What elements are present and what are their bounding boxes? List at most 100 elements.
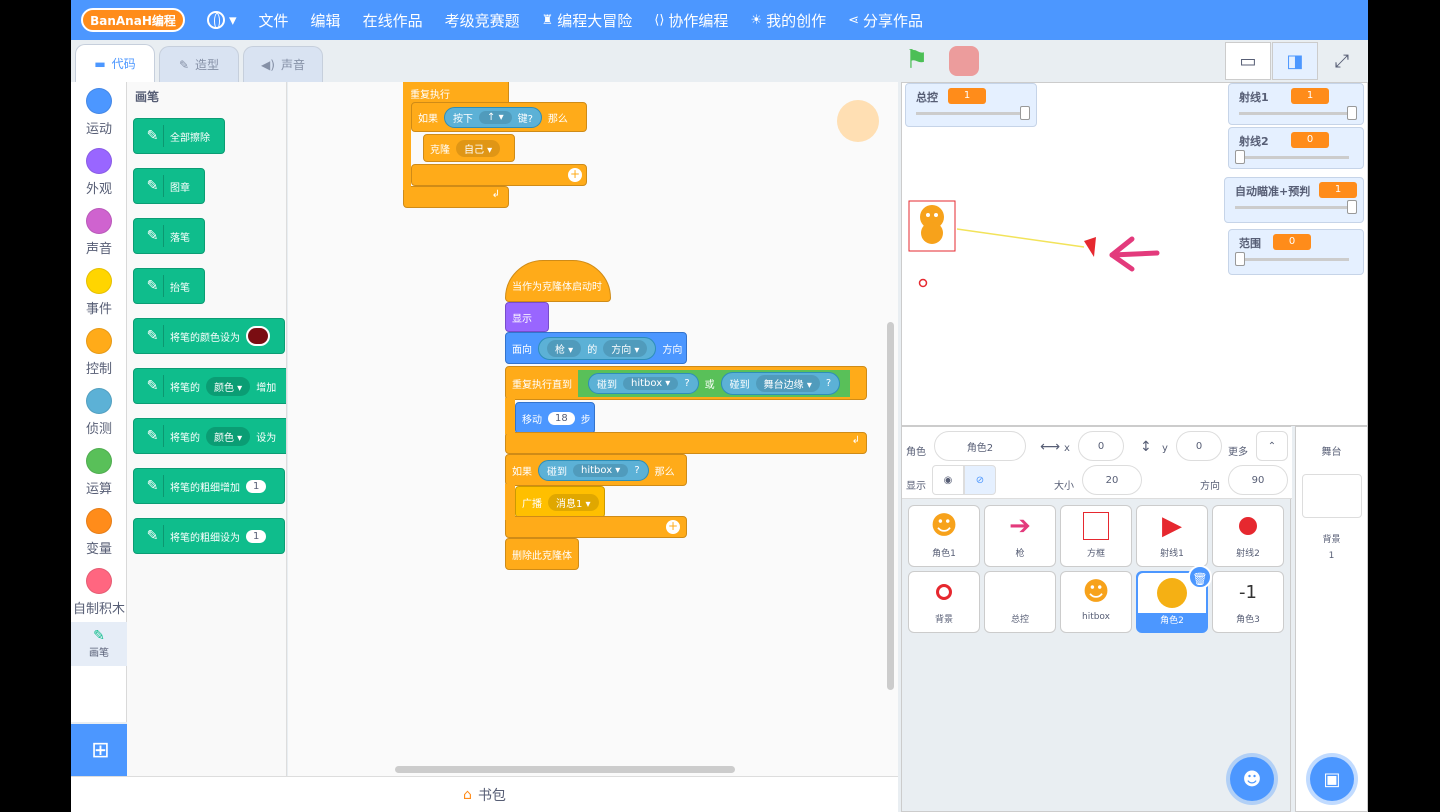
- add-sprite-button[interactable]: ☻: [1230, 757, 1274, 801]
- block-broadcast[interactable]: 广播 消息1 ▾: [515, 486, 605, 518]
- color-swatch[interactable]: [246, 326, 270, 346]
- green-flag-icon: ⚑: [905, 45, 929, 75]
- category-motion[interactable]: 运动: [71, 88, 127, 137]
- category-looks[interactable]: 外观: [71, 148, 127, 197]
- pen-icon: ✎: [142, 325, 164, 347]
- collapse-button[interactable]: ⌃: [1256, 431, 1288, 461]
- block-change-pen-size[interactable]: ✎ 将笔的粗细增加 1: [133, 468, 285, 504]
- menu-share[interactable]: ⋖ 分享作品: [848, 10, 923, 31]
- add-extension-button[interactable]: ⊞: [71, 724, 130, 776]
- stage-selector[interactable]: 舞台 背景 1 ▣: [1295, 426, 1368, 812]
- sprite-thumb[interactable]: 总控: [984, 571, 1056, 633]
- menu-collab[interactable]: ⟨⟩ 协作编程: [654, 10, 728, 31]
- stop-button[interactable]: [949, 46, 979, 76]
- logo[interactable]: BanAnaH编程: [81, 8, 185, 32]
- y-input[interactable]: 0: [1176, 431, 1222, 461]
- sprite-thumb[interactable]: 射线2: [1212, 505, 1284, 567]
- block-set-pen-param[interactable]: ✎ 将笔的 颜色 ▾ 设为: [133, 418, 286, 454]
- delete-sprite-button[interactable]: 🗑: [1188, 565, 1212, 589]
- menu-adventure[interactable]: ♜ 编程大冒险: [542, 10, 633, 31]
- category-events[interactable]: 事件: [71, 268, 127, 317]
- normal-stage-button[interactable]: ◨: [1272, 42, 1318, 80]
- category-my-blocks[interactable]: 自制积木: [71, 568, 127, 617]
- category-sound[interactable]: 声音: [71, 208, 127, 257]
- object-dropdown[interactable]: 枪 ▾: [547, 339, 582, 357]
- touching-reporter[interactable]: 碰到 舞台边缘 ▾?: [720, 371, 841, 395]
- block-set-pen-size[interactable]: ✎ 将笔的粗细设为 1: [133, 518, 285, 554]
- or-operator[interactable]: 碰到 hitbox ▾? 或 碰到 舞台边缘 ▾?: [578, 369, 851, 397]
- param-dropdown[interactable]: 颜色 ▾: [206, 426, 251, 446]
- stage[interactable]: 总控 1 射线1 1 射线2 0 自动瞄准+预判 1 范围 0: [901, 82, 1368, 426]
- sprite-name-input[interactable]: 角色2: [934, 431, 1026, 461]
- number-input[interactable]: 1: [246, 479, 267, 493]
- block-delete-clone[interactable]: 删除此克隆体: [505, 538, 579, 570]
- steps-input[interactable]: 18: [548, 411, 575, 425]
- workspace-hscrollbar[interactable]: [395, 766, 735, 773]
- block-stamp[interactable]: ✎ 图章: [133, 168, 205, 204]
- add-else-icon[interactable]: +: [568, 168, 582, 182]
- show-visible-button[interactable]: ◉: [932, 465, 964, 495]
- touching-reporter[interactable]: 碰到 hitbox ▾?: [588, 372, 699, 394]
- category-pen[interactable]: ✎ 画笔: [71, 622, 127, 666]
- block-pen-down[interactable]: ✎ 落笔: [133, 218, 205, 254]
- block-repeat-until[interactable]: 重复执行直到 碰到 hitbox ▾? 或 碰到 舞台边缘 ▾?: [505, 366, 867, 400]
- block-set-pen-color[interactable]: ✎ 将笔的颜色设为: [133, 318, 285, 354]
- category-control[interactable]: 控制: [71, 328, 127, 377]
- fullscreen-button[interactable]: ⤢: [1319, 42, 1365, 80]
- direction-input[interactable]: 90: [1228, 465, 1288, 495]
- touch-target-dropdown[interactable]: 舞台边缘 ▾: [755, 374, 820, 392]
- attribute-dropdown[interactable]: 方向 ▾: [603, 339, 648, 357]
- add-backdrop-button[interactable]: ▣: [1310, 757, 1354, 801]
- block-move-steps[interactable]: 移动 18 步: [515, 402, 595, 434]
- backpack-bar[interactable]: ⌂ 书包: [71, 776, 898, 812]
- add-else-icon[interactable]: +: [666, 520, 680, 534]
- block-point-towards[interactable]: 面向 枪 ▾ 的方向 ▾ 方向: [505, 332, 687, 364]
- green-flag-button[interactable]: ⚑: [905, 46, 935, 74]
- sprite-thumb-selected[interactable]: 角色2 🗑: [1136, 565, 1212, 633]
- block-if-touching[interactable]: 如果 碰到 hitbox ▾? 那么: [505, 454, 687, 486]
- number-input[interactable]: 1: [246, 529, 267, 543]
- menu-edit[interactable]: 编辑: [311, 10, 341, 31]
- touching-reporter[interactable]: 碰到 hitbox ▾?: [538, 459, 649, 481]
- language-menu[interactable]: ▾: [207, 11, 237, 29]
- hide-button[interactable]: ⊘: [964, 465, 996, 495]
- size-input[interactable]: 20: [1082, 465, 1142, 495]
- sprite-thumb[interactable]: ➔ 枪: [984, 505, 1056, 567]
- touch-target-dropdown[interactable]: hitbox ▾: [623, 376, 679, 390]
- of-reporter[interactable]: 枪 ▾ 的方向 ▾: [538, 336, 657, 360]
- block-show[interactable]: 显示: [505, 302, 549, 332]
- tab-costumes[interactable]: ✎ 造型: [159, 46, 239, 82]
- sprite-thumb[interactable]: 方框: [1060, 505, 1132, 567]
- category-operators[interactable]: 运算: [71, 448, 127, 497]
- block-if[interactable]: 如果 按下 ↑ ▾ 键? 那么: [411, 102, 587, 132]
- menu-my-creations[interactable]: ☀ 我的创作: [750, 10, 826, 31]
- sprite-thumb[interactable]: ☻ 角色1: [908, 505, 980, 567]
- sprite-thumb[interactable]: ☻ hitbox: [1060, 571, 1132, 633]
- sprite-thumb[interactable]: ▶ 射线1: [1136, 505, 1208, 567]
- key-pressed-reporter[interactable]: 按下 ↑ ▾ 键?: [444, 106, 542, 128]
- sprite-thumb[interactable]: -1 角色3: [1212, 571, 1284, 633]
- param-dropdown[interactable]: 颜色 ▾: [206, 376, 251, 396]
- block-repeat-bottom: ↲: [505, 432, 867, 454]
- block-clear[interactable]: ✎ 全部擦除: [133, 118, 225, 154]
- touch-target-dropdown[interactable]: hitbox ▾: [573, 463, 629, 477]
- tab-code[interactable]: ▬ 代码: [75, 44, 155, 82]
- menu-file[interactable]: 文件: [259, 10, 289, 31]
- category-sensing[interactable]: 侦测: [71, 388, 127, 437]
- block-create-clone[interactable]: 克隆 自己 ▾: [423, 134, 515, 162]
- sprite-thumb[interactable]: 背景: [908, 571, 980, 633]
- block-label: 将笔的粗细设为: [170, 532, 240, 544]
- key-dropdown[interactable]: ↑ ▾: [479, 110, 512, 124]
- block-when-start-as-clone[interactable]: 当作为克隆体启动时: [505, 260, 611, 302]
- clone-target-dropdown[interactable]: 自己 ▾: [456, 139, 501, 157]
- menu-online-works[interactable]: 在线作品: [363, 10, 423, 31]
- small-stage-button[interactable]: ▭: [1225, 42, 1271, 80]
- block-change-pen-param[interactable]: ✎ 将笔的 颜色 ▾ 增加: [133, 368, 286, 404]
- message-dropdown[interactable]: 消息1 ▾: [548, 493, 599, 511]
- tab-sounds[interactable]: ◀) 声音: [243, 46, 323, 82]
- block-pen-up[interactable]: ✎ 抬笔: [133, 268, 205, 304]
- menu-exam[interactable]: 考级竞赛题: [445, 10, 520, 31]
- category-variables[interactable]: 变量: [71, 508, 127, 557]
- x-input[interactable]: 0: [1078, 431, 1124, 461]
- workspace-vscrollbar[interactable]: [887, 322, 894, 690]
